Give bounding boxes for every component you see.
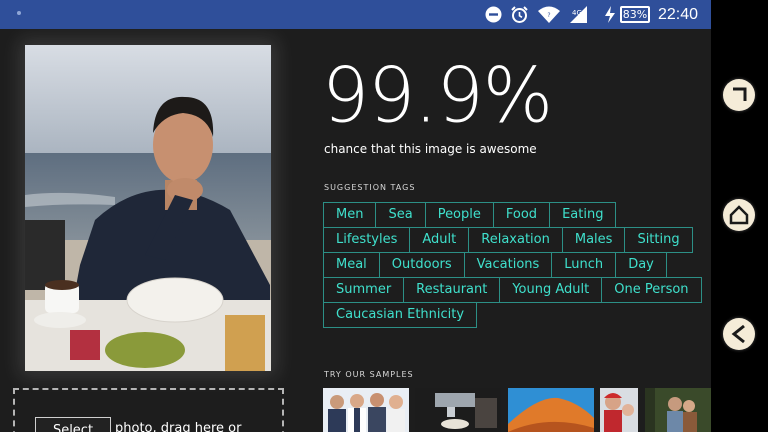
status-bar: ? 4G 83% 22:40 [0, 0, 711, 29]
tag-row: Meal Outdoors Vacations Lunch Day [323, 252, 703, 278]
navigation-bar [711, 0, 768, 432]
tag-adult[interactable]: Adult [409, 227, 470, 253]
tag-caucasian-ethnicity[interactable]: Caucasian Ethnicity [323, 302, 478, 328]
awesome-percentage: 99.9% [322, 52, 553, 140]
home-icon [729, 205, 749, 225]
phone-screen: ? 4G 83% 22:40 Select photo, drag here o… [0, 0, 768, 432]
sample-couple-forest[interactable] [645, 388, 711, 432]
sample-business-people[interactable] [323, 388, 409, 432]
suggestion-tags-label: SUGGESTION TAGS [324, 183, 416, 192]
samples-label: TRY OUR SAMPLES [324, 370, 414, 379]
tag-outdoors[interactable]: Outdoors [378, 252, 465, 278]
alarm-icon [511, 6, 528, 23]
tag-meal[interactable]: Meal [323, 252, 380, 278]
home-button[interactable] [723, 199, 755, 231]
clock: 22:40 [658, 6, 699, 23]
tag-row: Summer Restaurant Young Adult One Person [323, 277, 703, 303]
tag-row: Men Sea People Food Eating [323, 202, 703, 228]
tag-food[interactable]: Food [492, 202, 551, 228]
suggestion-tags: Men Sea People Food Eating Lifestyles Adult Rel… [323, 202, 703, 328]
tag-males[interactable]: Males [561, 227, 626, 253]
tag-sea[interactable]: Sea [375, 202, 426, 228]
tag-one-person[interactable]: One Person [601, 277, 702, 303]
notification-dot [17, 11, 21, 15]
tag-eating[interactable]: Eating [549, 202, 617, 228]
sample-family-winter[interactable] [600, 388, 638, 432]
tag-men[interactable]: Men [323, 202, 377, 228]
tag-vacations[interactable]: Vacations [463, 252, 553, 278]
charging-icon [605, 6, 615, 23]
tag-people[interactable]: People [424, 202, 494, 228]
tag-summer[interactable]: Summer [323, 277, 405, 303]
tag-relaxation[interactable]: Relaxation [468, 227, 563, 253]
upload-dropzone[interactable]: Select photo, drag here or [13, 388, 284, 432]
wifi-icon: ? [538, 6, 560, 23]
sample-images [323, 388, 711, 432]
battery-indicator: 83% [620, 6, 650, 23]
tag-lunch[interactable]: Lunch [551, 252, 617, 278]
tag-young-adult[interactable]: Young Adult [499, 277, 603, 303]
tag-row: Caucasian Ethnicity [323, 302, 703, 328]
tag-lifestyles[interactable]: Lifestyles [323, 227, 411, 253]
signal-icon: 4G [570, 6, 587, 23]
tag-sitting[interactable]: Sitting [624, 227, 693, 253]
sample-desert-dunes[interactable] [508, 388, 594, 432]
tag-row: Lifestyles Adult Relaxation Males Sitting [323, 227, 703, 253]
tag-day[interactable]: Day [615, 252, 667, 278]
dnd-icon [485, 6, 502, 23]
app-content: Select photo, drag here or 99.9% chance … [0, 29, 711, 432]
svg-text:?: ? [547, 12, 550, 19]
recents-button[interactable] [723, 79, 755, 111]
tag-restaurant[interactable]: Restaurant [403, 277, 501, 303]
sample-coffee-machine[interactable] [415, 388, 501, 432]
select-photo-button[interactable]: Select [35, 417, 111, 432]
awesome-caption: chance that this image is awesome [324, 142, 537, 156]
svg-text:4G: 4G [572, 9, 582, 17]
recents-icon [733, 87, 747, 101]
back-button[interactable] [723, 318, 755, 350]
uploaded-photo [25, 45, 271, 371]
drop-instructions: photo, drag here or [115, 421, 242, 432]
back-icon [731, 324, 745, 344]
